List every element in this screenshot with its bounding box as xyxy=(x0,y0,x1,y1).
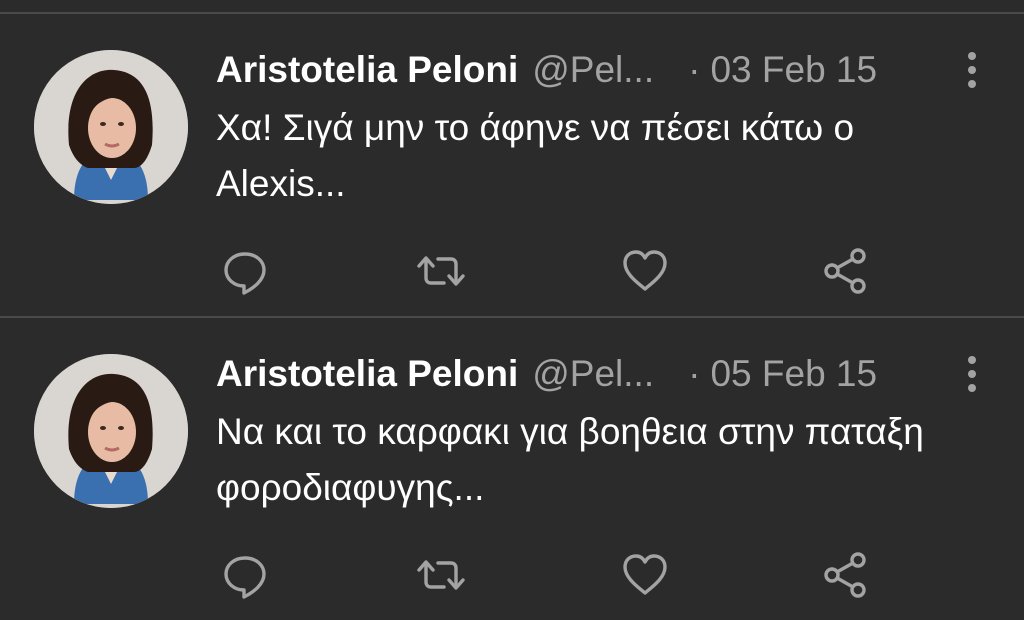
tweet-card[interactable]: Aristotelia Peloni @Pel... · 05 Feb 15 Ν… xyxy=(0,316,1024,618)
reply-icon[interactable] xyxy=(220,550,270,600)
avatar-photo xyxy=(34,354,188,508)
tweet-text: Να και το καρφακι για βοηθεια στην παταξ… xyxy=(216,411,924,508)
like-icon[interactable] xyxy=(620,246,670,296)
avatar-photo xyxy=(34,50,188,204)
more-options-icon[interactable] xyxy=(964,52,980,92)
retweet-icon[interactable] xyxy=(416,246,466,296)
separator-dot: · xyxy=(688,353,701,394)
separator-dot: · xyxy=(688,49,701,90)
share-icon[interactable] xyxy=(820,550,870,600)
more-options-icon[interactable] xyxy=(964,356,980,396)
reply-icon[interactable] xyxy=(220,246,270,296)
tweet-date[interactable]: 05 Feb 15 xyxy=(710,353,877,395)
avatar[interactable] xyxy=(34,354,188,508)
author-name[interactable]: Aristotelia Peloni xyxy=(216,49,518,91)
retweet-icon[interactable] xyxy=(416,550,466,600)
author-handle[interactable]: @Pel... xyxy=(532,353,654,395)
tweet-card[interactable]: Aristotelia Peloni @Pel... · 03 Feb 15 Χ… xyxy=(0,14,1024,316)
tweet-actions xyxy=(220,550,880,600)
tweet-actions xyxy=(220,246,880,296)
author-handle[interactable]: @Pel... xyxy=(532,49,654,91)
timeline: Aristotelia Peloni @Pel... · 03 Feb 15 Χ… xyxy=(0,12,1024,620)
like-icon[interactable] xyxy=(620,550,670,600)
tweet-date[interactable]: 03 Feb 15 xyxy=(710,49,877,91)
tweet-text: Χα! Σιγά μην το άφηνε να πέσει κάτω ο Al… xyxy=(216,107,855,204)
tweet-header: Aristotelia Peloni @Pel... · 03 Feb 15 xyxy=(216,48,984,92)
author-name[interactable]: Aristotelia Peloni xyxy=(216,353,518,395)
share-icon[interactable] xyxy=(820,246,870,296)
tweet-header: Aristotelia Peloni @Pel... · 05 Feb 15 xyxy=(216,352,984,396)
avatar[interactable] xyxy=(34,50,188,204)
